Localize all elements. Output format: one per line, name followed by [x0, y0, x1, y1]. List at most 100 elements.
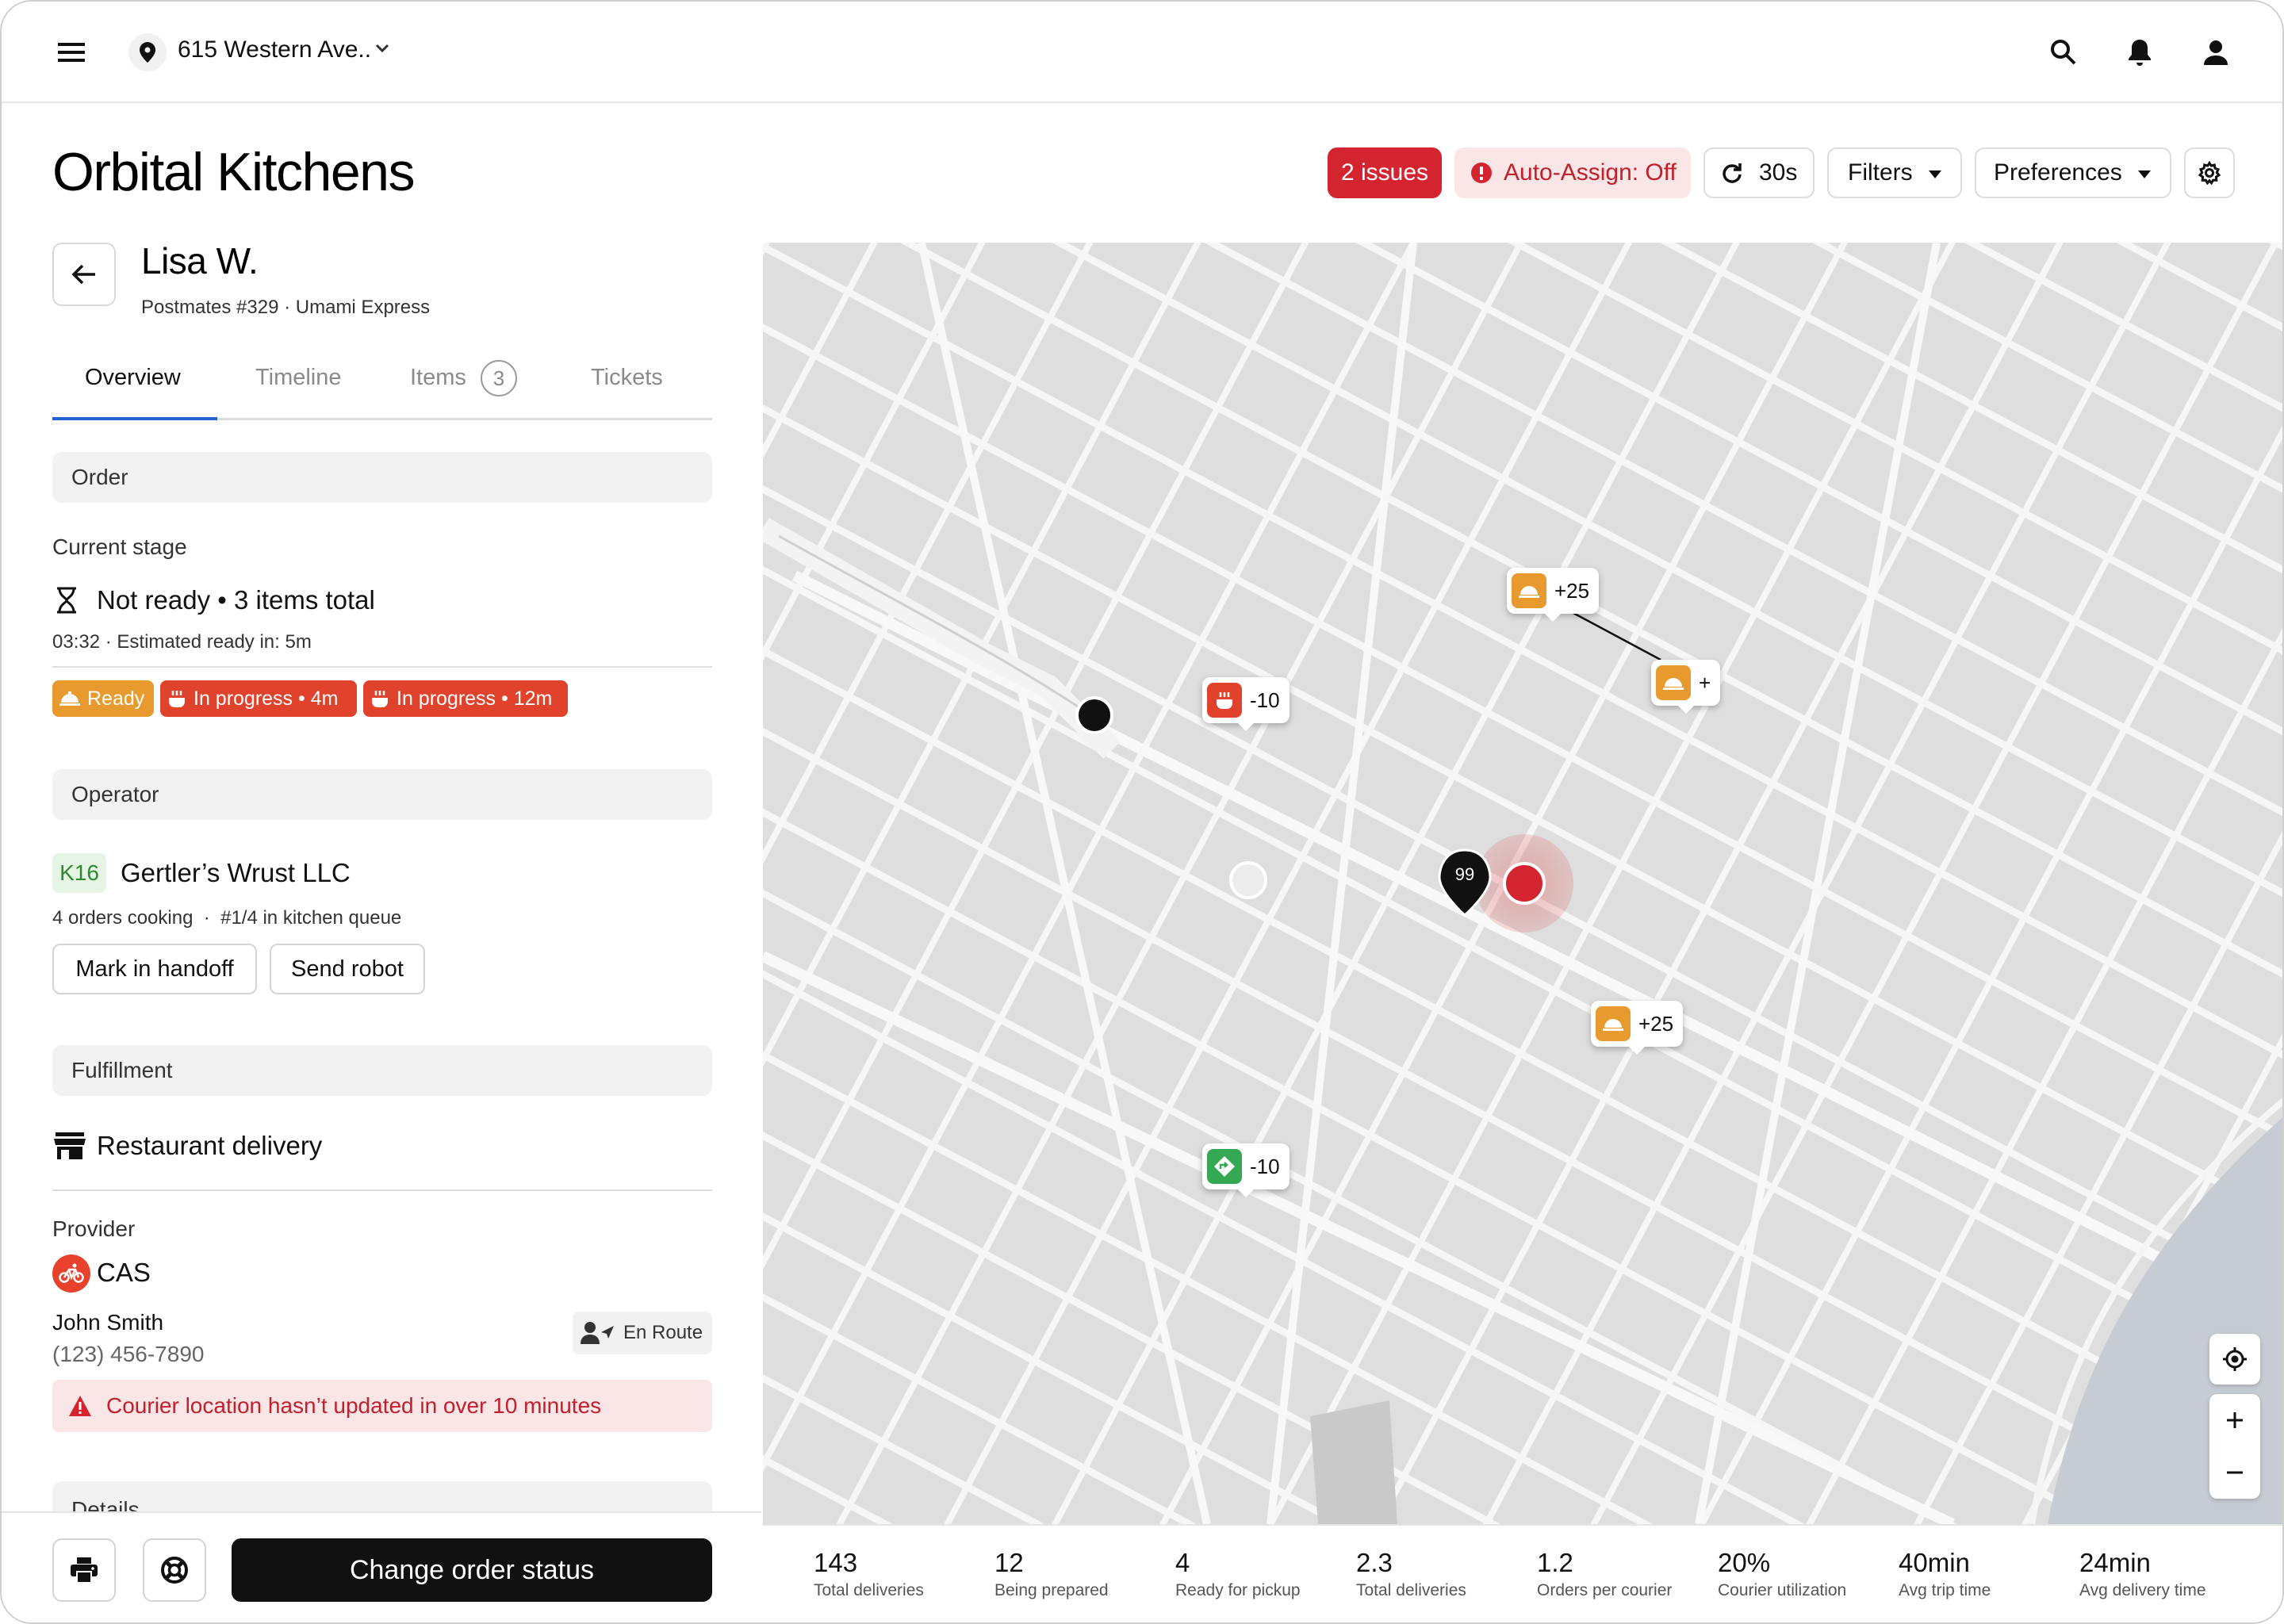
map-marker-cooking[interactable]: -10	[1202, 677, 1290, 731]
tab-tickets[interactable]: Tickets	[591, 365, 663, 391]
stat-avg-trip-time: 40min Avg trip time	[1899, 1548, 1991, 1599]
app-window: 615 Western Ave.. Orbital Kitchens 2 iss…	[0, 0, 2284, 1624]
marker-label: -10	[1250, 1154, 1280, 1178]
user-icon[interactable]	[2197, 33, 2235, 71]
preferences-dropdown[interactable]: Preferences	[1975, 147, 2171, 198]
back-button[interactable]	[52, 243, 116, 306]
arrow-left-icon	[71, 264, 95, 285]
cloche-icon	[59, 691, 80, 706]
detail-tabs: Overview Timeline Items 3 Tickets	[52, 350, 712, 420]
auto-assign-toggle[interactable]: Auto-Assign: Off	[1454, 147, 1691, 198]
chevron-down-icon[interactable]	[374, 43, 390, 58]
marker-label: +	[1699, 670, 1711, 695]
courier-phone[interactable]: (123) 456-7890	[52, 1342, 204, 1367]
preferences-label: Preferences	[1994, 159, 2122, 186]
filters-dropdown[interactable]: Filters	[1827, 147, 1962, 198]
stat-being-prepared: 12 Being prepared	[994, 1548, 1109, 1599]
customer-name: Lisa W.	[141, 240, 259, 282]
top-bar: 615 Western Ave..	[2, 2, 2282, 103]
mark-in-handoff-button[interactable]: Mark in handoff	[52, 944, 257, 994]
plus-icon	[2227, 1412, 2243, 1428]
location-pin-icon[interactable]	[128, 33, 167, 71]
locate-me-button[interactable]	[2209, 1334, 2260, 1385]
courier-location-alert: Courier location hasn’t updated in over …	[52, 1380, 712, 1432]
refresh-icon	[1723, 163, 1742, 183]
zoom-controls	[2209, 1394, 2260, 1499]
courier-status-badge: En Route	[573, 1312, 712, 1354]
fulfillment-method: Restaurant delivery	[97, 1131, 323, 1160]
active-tab-indicator	[52, 417, 217, 420]
cloche-icon	[1596, 1006, 1631, 1041]
menu-icon[interactable]	[52, 36, 90, 68]
cooking-pot-icon	[1207, 683, 1242, 718]
courier-navigation-icon	[581, 1322, 614, 1344]
courier-count-pin[interactable]: 99	[1451, 864, 1478, 885]
stat-avg-delivery-time: 24min Avg delivery time	[2079, 1548, 2206, 1599]
caret-down-icon	[1929, 170, 1941, 178]
map-view[interactable]: 99 +25 + -10 +25 -10	[763, 243, 2282, 1524]
bike-courier-icon	[52, 1254, 90, 1293]
filters-label: Filters	[1848, 159, 1913, 186]
support-button[interactable]	[143, 1538, 206, 1602]
map-marker-food-ready[interactable]: +	[1651, 660, 1721, 714]
cooking-pot-icon	[169, 691, 185, 707]
current-stage-value: Not ready • 3 items total	[97, 585, 375, 615]
auto-assign-label: Auto-Assign: Off	[1504, 159, 1677, 186]
cooking-pot-icon	[372, 691, 388, 707]
items-count-badge: 3	[481, 360, 517, 396]
page-title: Orbital Kitchens	[52, 142, 415, 202]
map-base	[763, 243, 2282, 1524]
search-icon[interactable]	[2044, 33, 2083, 71]
bell-icon[interactable]	[2121, 33, 2159, 71]
operator-code-badge: K16	[52, 853, 106, 893]
stat-ready-for-pickup: 4 Ready for pickup	[1175, 1548, 1301, 1599]
tab-items[interactable]: Items	[410, 365, 466, 391]
stat-courier-utilization: 20% Courier utilization	[1718, 1548, 1847, 1599]
gear-icon	[2198, 161, 2221, 185]
map-marker-dropoff[interactable]: -10	[1202, 1143, 1290, 1197]
provider-name: CAS	[97, 1258, 151, 1287]
badge-label: In progress • 12m	[397, 687, 553, 710]
courier-name: John Smith	[52, 1310, 164, 1335]
marker-label: +25	[1554, 578, 1590, 603]
details-section-label: Details	[71, 1497, 140, 1511]
operator-section-header: Operator	[52, 769, 712, 820]
marker-label: -10	[1250, 688, 1280, 712]
issues-button[interactable]: 2 issues	[1328, 147, 1442, 198]
operator-details: 4 orders cooking · #1/4 in kitchen queue	[52, 907, 402, 929]
cloche-icon	[1512, 573, 1546, 608]
hourglass-icon	[56, 587, 78, 618]
badge-label: Ready	[87, 687, 145, 710]
zoom-in-button[interactable]	[2209, 1394, 2260, 1446]
refresh-interval-button[interactable]: 30s	[1703, 147, 1815, 198]
storefront-icon	[54, 1132, 86, 1163]
refresh-interval-label: 30s	[1759, 159, 1798, 186]
change-order-status-button[interactable]: Change order status	[232, 1538, 712, 1602]
operator-name: Gertler’s Wrust LLC	[121, 858, 351, 887]
lifebuoy-icon	[161, 1557, 188, 1584]
courier-status-label: En Route	[623, 1322, 703, 1343]
settings-button[interactable]	[2184, 147, 2235, 198]
print-button[interactable]	[52, 1538, 116, 1602]
stage-timing: 03:32 · Estimated ready in: 5m	[52, 631, 312, 653]
map-marker-food-ready[interactable]: +25	[1591, 1001, 1684, 1055]
caret-down-icon	[2138, 170, 2151, 178]
zoom-out-button[interactable]	[2209, 1446, 2260, 1499]
tab-timeline[interactable]: Timeline	[255, 365, 342, 391]
map-marker-food-ready[interactable]: +25	[1507, 568, 1600, 622]
stat-orders-per-courier: 1.2 Orders per courier	[1537, 1548, 1673, 1599]
divider	[52, 1189, 712, 1191]
send-robot-button[interactable]: Send robot	[270, 944, 425, 994]
provider-label: Provider	[52, 1216, 136, 1241]
order-section-header: Order	[52, 452, 712, 503]
tab-overview[interactable]: Overview	[85, 365, 181, 391]
status-badge-in-progress: In progress • 12m	[363, 680, 568, 717]
direction-diamond-icon	[1207, 1149, 1242, 1184]
address-selector[interactable]: 615 Western Ave..	[178, 36, 371, 63]
action-bar: Change order status	[2, 1511, 761, 1622]
badge-label: In progress • 4m	[194, 687, 339, 710]
current-stage-label: Current stage	[52, 534, 187, 559]
stat-total-deliveries: 143 Total deliveries	[814, 1548, 924, 1599]
stats-bar: 143 Total deliveries 12 Being prepared 4 Re…	[763, 1524, 2282, 1622]
order-reference: Postmates #329 · Umami Express	[141, 297, 431, 318]
